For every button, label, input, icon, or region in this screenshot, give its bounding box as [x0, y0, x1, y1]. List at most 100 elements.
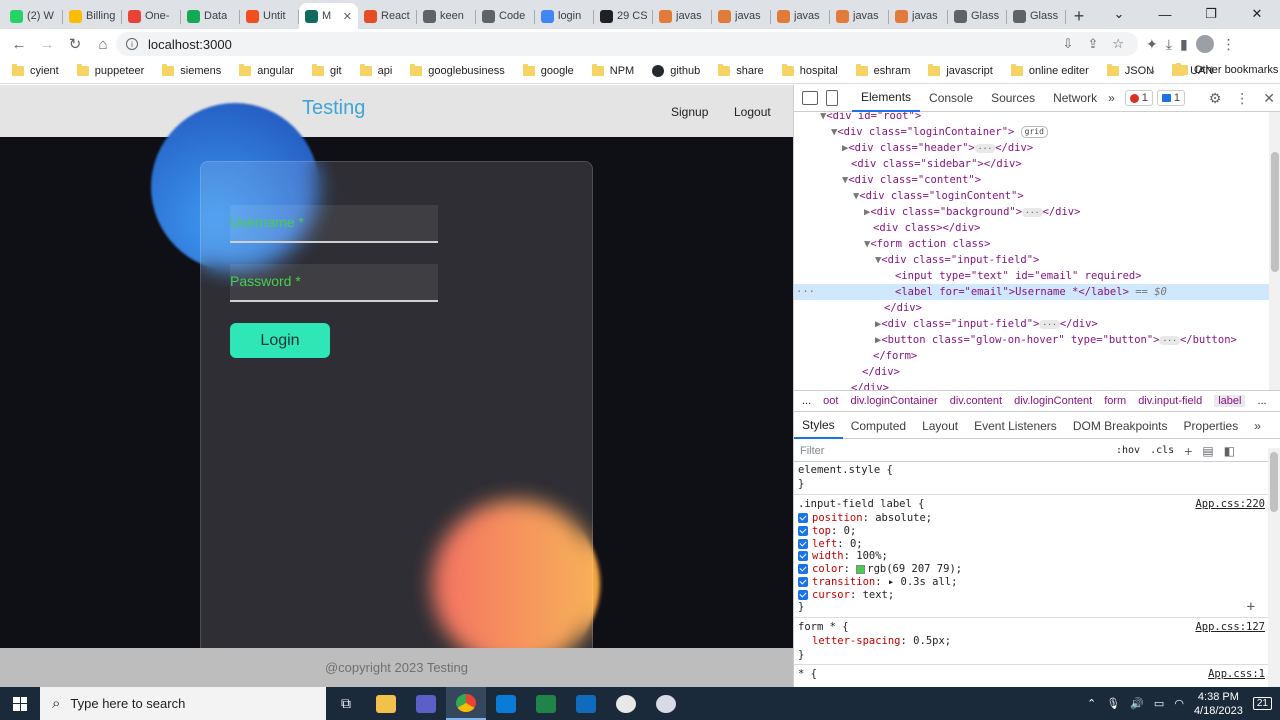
new-rule-icon[interactable]: + — [1184, 443, 1192, 459]
breadcrumb-item[interactable]: div.content — [950, 395, 1002, 407]
browser-tab[interactable]: javas — [712, 3, 771, 29]
close-icon[interactable]: ✕ — [1263, 90, 1275, 107]
property-value[interactable]: 0; — [850, 538, 863, 550]
more-tabs-button[interactable]: » — [1106, 85, 1117, 112]
close-tab-icon[interactable]: ✕ — [343, 10, 352, 23]
breadcrumb-item[interactable]: oot — [823, 395, 838, 407]
login-button[interactable]: Login — [230, 323, 330, 358]
browser-tab[interactable]: javas — [889, 3, 948, 29]
property-name[interactable]: cursor — [812, 589, 850, 601]
rule-selector[interactable]: form * { — [798, 621, 849, 634]
bookmark-item[interactable]: hospital — [781, 64, 838, 77]
username-label[interactable]: Username * — [230, 214, 304, 230]
message-count-badge[interactable]: 1 — [1156, 90, 1186, 106]
logout-link[interactable]: Logout — [734, 105, 771, 119]
breadcrumb-item[interactable]: div.input-field — [1138, 395, 1202, 407]
back-button[interactable]: ← — [6, 31, 32, 57]
element-style-selector[interactable]: element.style { — [798, 464, 893, 477]
cls-toggle[interactable]: .cls — [1150, 445, 1174, 456]
bookmark-item[interactable]: JSON — [1106, 64, 1154, 77]
rule-source-link[interactable]: App.css:1 — [1208, 668, 1265, 680]
subtab-properties[interactable]: Properties — [1176, 413, 1247, 439]
browser-tab[interactable]: Glass — [948, 3, 1007, 29]
dom-node[interactable]: ▼<div id="root"> — [794, 112, 1269, 124]
chevron-up-icon[interactable]: ⌃ — [1087, 697, 1096, 710]
browser-tab[interactable]: javas — [830, 3, 889, 29]
side-panel-icon[interactable]: ▮ — [1180, 36, 1188, 53]
style-property[interactable]: left: 0; — [798, 538, 863, 551]
address-text[interactable]: localhost:3000 — [148, 37, 232, 52]
toggle-sidebar-icon[interactable]: ◧ — [1224, 444, 1235, 458]
paint-button[interactable] — [606, 687, 646, 720]
minimize-button[interactable]: — — [1142, 0, 1188, 28]
browser-tab[interactable]: Data — [181, 3, 240, 29]
browser-tab[interactable]: Code — [476, 3, 535, 29]
microphone-icon[interactable]: 🎙 — [1106, 697, 1120, 710]
downloads-icon[interactable]: ⤓ — [1166, 36, 1172, 53]
dom-node[interactable]: ▼<div class="loginContainer"> grid — [794, 124, 1269, 140]
teams-button[interactable] — [406, 687, 446, 720]
dom-node[interactable]: ▼<div class="loginContent"> — [794, 188, 1269, 204]
bookmark-star-icon[interactable]: ☆ — [1112, 36, 1124, 52]
rule-source-link[interactable]: App.css:127 — [1195, 621, 1265, 633]
dom-node[interactable]: ▼<div class="content"> — [794, 172, 1269, 188]
property-value[interactable]: rgb(69 207 79); — [867, 563, 962, 575]
rule-source-link[interactable]: App.css:220 — [1195, 498, 1265, 510]
username-field[interactable]: Username * — [230, 205, 438, 243]
property-checkbox[interactable] — [798, 589, 808, 600]
reload-button[interactable]: ↻ — [62, 31, 88, 57]
property-name[interactable]: top — [812, 525, 831, 537]
style-property[interactable]: top: 0; — [798, 525, 856, 538]
style-property[interactable]: width: 100%; — [798, 550, 888, 563]
dom-node[interactable]: ▶<div class="header"> ··· </div> — [794, 140, 1269, 156]
file-explorer-button[interactable] — [366, 687, 406, 720]
browser-tab[interactable]: login — [535, 3, 594, 29]
property-checkbox[interactable] — [798, 513, 808, 523]
style-property[interactable]: letter-spacing: 0.5px; — [812, 635, 951, 648]
wifi-icon[interactable]: ◠ — [1174, 697, 1184, 710]
bookmark-item[interactable]: git — [311, 64, 342, 77]
tab-console[interactable]: Console — [920, 85, 982, 112]
property-checkbox[interactable] — [798, 551, 808, 562]
breadcrumb-item[interactable]: ... — [802, 395, 811, 407]
expand-icon[interactable]: ▸ — [888, 576, 901, 588]
dom-node[interactable]: <input type="text" id="email" required> — [794, 268, 1269, 284]
maximize-button[interactable]: ❐ — [1188, 0, 1234, 28]
snipping-tool-button[interactable] — [646, 687, 686, 720]
tab-elements[interactable]: Elements — [852, 85, 921, 112]
dom-node[interactable]: ▶<div class="background"> ··· </div> — [794, 204, 1269, 220]
outlook-button[interactable] — [566, 687, 606, 720]
bookmark-item[interactable]: github — [652, 65, 700, 77]
subtab-dom-breakpoints[interactable]: DOM Breakpoints — [1065, 413, 1176, 439]
styles-filter-input[interactable]: Filter — [800, 445, 1116, 457]
breadcrumb-item[interactable]: label — [1214, 395, 1246, 407]
dom-node[interactable]: ▼<div class="input-field"> — [794, 252, 1269, 268]
password-field[interactable]: Password * — [230, 264, 438, 302]
browser-tab[interactable]: Billing — [63, 3, 122, 29]
dom-node[interactable]: </div> — [794, 364, 1269, 380]
subtab-layout[interactable]: Layout — [914, 413, 966, 439]
computed-sidebar-icon[interactable]: ▤ — [1202, 444, 1213, 458]
taskbar-search[interactable]: ⌕ Type here to search — [40, 687, 326, 720]
chevron-down-icon[interactable]: ⌄ — [1096, 0, 1142, 28]
property-checkbox[interactable] — [798, 564, 808, 575]
breadcrumb-item[interactable]: form — [1104, 395, 1126, 407]
bookmark-item[interactable]: NPM — [591, 64, 634, 77]
taskbar-search-placeholder[interactable]: Type here to search — [70, 696, 185, 711]
address-bar[interactable]: i localhost:3000 ⇩ ⇪ ☆ — [116, 32, 1138, 56]
browser-tab[interactable]: keen — [417, 3, 476, 29]
dom-node-selected[interactable]: ··· <label for="email">Username *</label>… — [794, 284, 1269, 300]
style-property[interactable]: color: rgb(69 207 79); — [798, 563, 962, 576]
dom-node[interactable]: ▶<button class="glow-on-hover" type="but… — [794, 332, 1269, 348]
site-info-icon[interactable]: i — [126, 38, 138, 50]
bookmark-item[interactable]: share — [718, 64, 764, 77]
forward-button[interactable]: → — [34, 31, 60, 57]
dom-node[interactable]: ▼<form action class> — [794, 236, 1269, 252]
dom-node[interactable]: </div> — [794, 300, 1269, 316]
dom-node[interactable]: </form> — [794, 348, 1269, 364]
property-value[interactable]: 0.3s all; — [901, 576, 958, 588]
bookmark-item[interactable]: siemens — [162, 64, 221, 77]
style-property[interactable]: position: absolute; — [798, 512, 932, 525]
dom-scrollbar[interactable] — [1269, 112, 1280, 390]
browser-tab[interactable]: javas — [653, 3, 712, 29]
